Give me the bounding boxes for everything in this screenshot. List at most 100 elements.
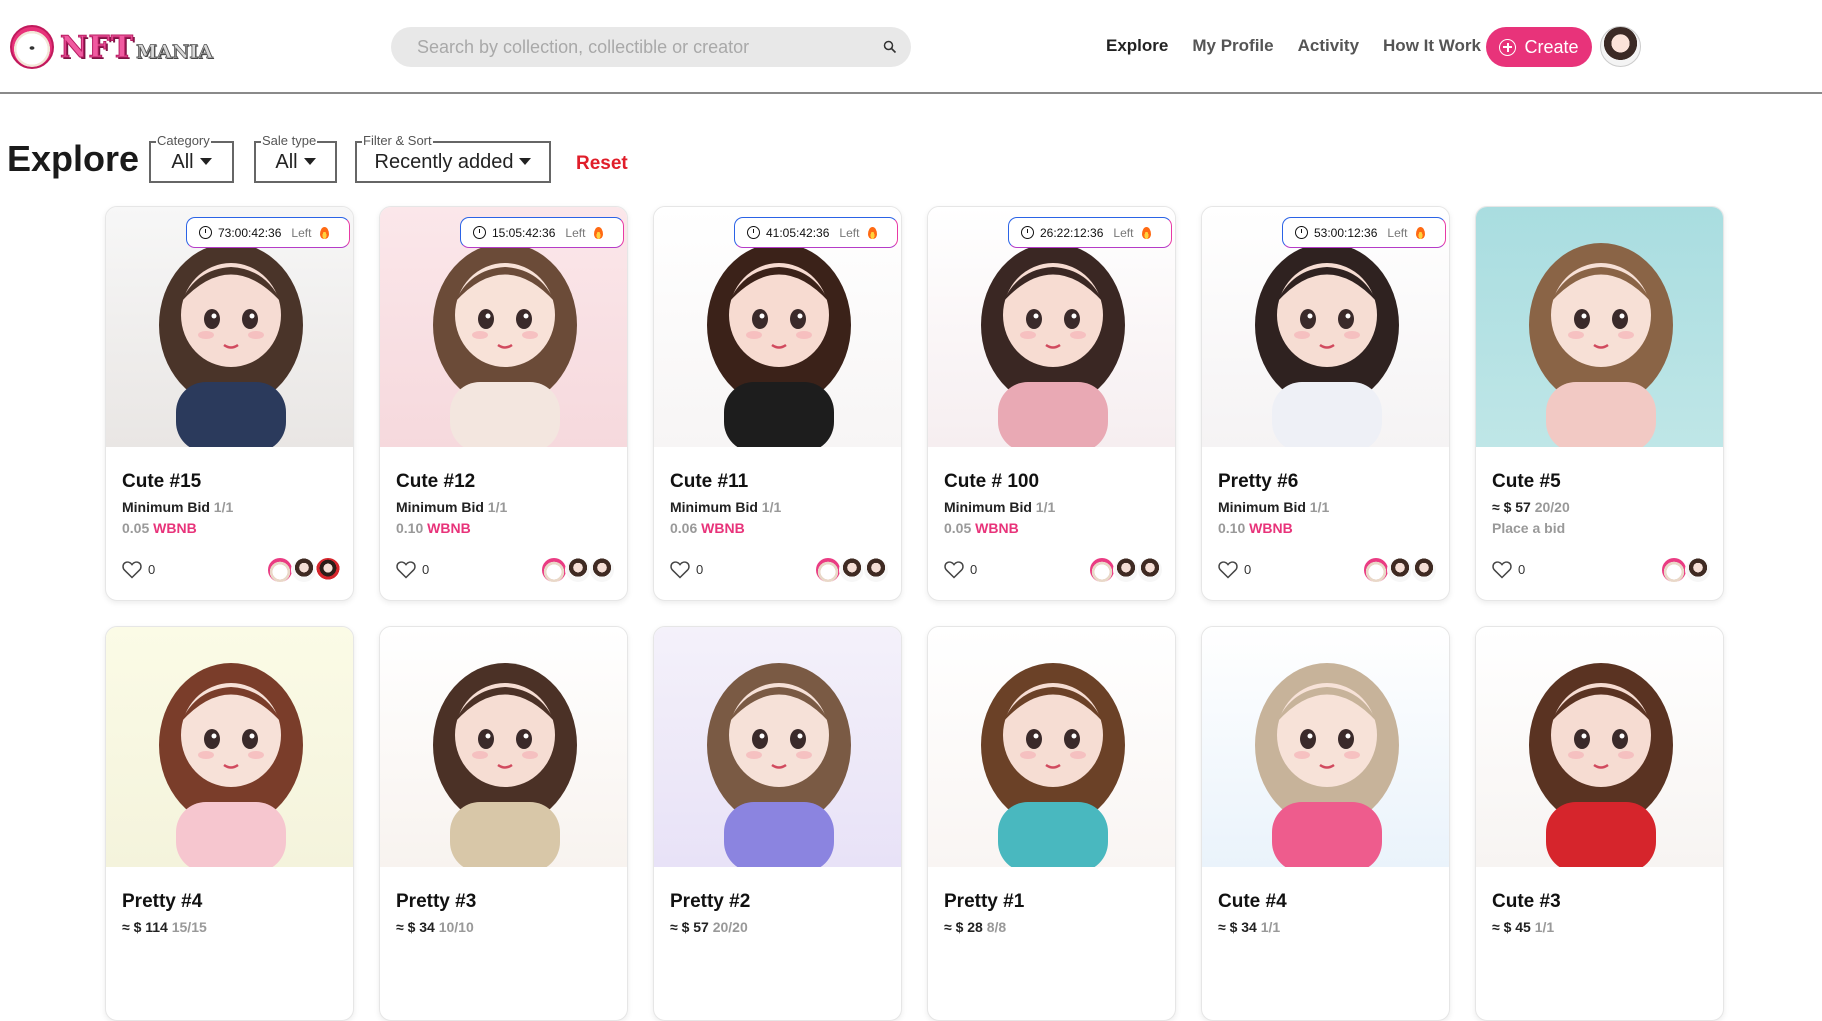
like-button[interactable]: 0 [122, 560, 155, 579]
nft-bid-line: Minimum Bid 1/1 [122, 499, 233, 515]
owner-avatar[interactable] [1113, 557, 1139, 583]
nft-title[interactable]: Pretty #1 [944, 891, 1024, 913]
owner-avatar[interactable] [863, 557, 889, 583]
nft-artwork-image[interactable] [928, 627, 1175, 867]
owner-avatar[interactable] [565, 557, 591, 583]
nft-card[interactable]: Cute #4 ≈ $ 34 1/1 [1201, 626, 1450, 1021]
owner-avatar[interactable] [1685, 557, 1711, 583]
nft-title[interactable]: Cute #5 [1492, 471, 1561, 493]
sort-filter[interactable]: Filter & Sort Recently added [355, 133, 551, 183]
bid-currency: WBNB [701, 520, 745, 536]
nft-bid-price: 0.06 WBNB [670, 520, 745, 536]
creator-avatar[interactable] [267, 557, 293, 583]
like-button[interactable]: 0 [1492, 560, 1525, 579]
creator-avatar[interactable] [815, 557, 841, 583]
owner-avatar[interactable] [839, 557, 865, 583]
nav-explore[interactable]: Explore [1106, 36, 1168, 56]
timer-left-label: Left [1387, 225, 1408, 240]
like-button[interactable]: 0 [1218, 560, 1251, 579]
nft-card[interactable]: Pretty #3 ≈ $ 34 10/10 [379, 626, 628, 1021]
nft-artwork-image[interactable] [1476, 207, 1723, 447]
nft-title[interactable]: Cute #15 [122, 471, 201, 493]
bid-currency: WBNB [975, 520, 1019, 536]
nft-title[interactable]: Pretty #2 [670, 891, 750, 913]
owner-avatar[interactable] [291, 557, 317, 583]
nft-card[interactable]: Cute #3 ≈ $ 45 1/1 [1475, 626, 1724, 1021]
search-icon[interactable] [883, 40, 897, 54]
nft-title[interactable]: Pretty #6 [1218, 471, 1298, 493]
like-button[interactable]: 0 [396, 560, 429, 579]
nft-artwork-image[interactable] [106, 627, 353, 867]
nft-card[interactable]: Pretty #4 ≈ $ 114 15/15 [105, 626, 354, 1021]
nft-title[interactable]: Cute #11 [670, 471, 748, 493]
creator-avatar[interactable] [1089, 557, 1115, 583]
sale-type-filter[interactable]: Sale type All [254, 133, 337, 183]
nft-title[interactable]: Cute #3 [1492, 891, 1561, 913]
nav-activity[interactable]: Activity [1298, 36, 1359, 56]
nft-card[interactable]: 26:22:12:36 Left Cute # 100 Minimum Bid 1… [927, 206, 1176, 601]
bid-amount: 0.06 [670, 520, 698, 536]
nft-price: 34 [419, 919, 435, 935]
search-input[interactable] [417, 27, 857, 67]
nft-artwork-image[interactable] [380, 627, 627, 867]
heart-icon [1492, 561, 1512, 579]
nft-bid-price: 0.10 WBNB [1218, 520, 1293, 536]
category-filter-label: Category [156, 133, 211, 149]
creator-avatar[interactable] [1661, 557, 1687, 583]
nft-price: 28 [967, 919, 983, 935]
nft-bid-line: Minimum Bid 1/1 [670, 499, 781, 515]
owner-avatars [267, 557, 341, 583]
nft-card[interactable]: Pretty #2 ≈ $ 57 20/20 [653, 626, 902, 1021]
timer-value: 26:22:12:36 [1040, 225, 1104, 240]
like-count: 0 [1518, 562, 1526, 577]
top-header: NFT MANIA Explore My Profile Activity Ho… [0, 0, 1822, 94]
nft-title[interactable]: Pretty #4 [122, 891, 202, 913]
owner-avatar[interactable] [1387, 557, 1413, 583]
nft-card[interactable]: 73:00:42:36 Left Cute #15 Minimum Bid 1/1… [105, 206, 354, 601]
timer-left-label: Left [1113, 225, 1134, 240]
owner-avatar[interactable] [1411, 557, 1437, 583]
nft-artwork-image[interactable] [1202, 627, 1449, 867]
nft-card[interactable]: Pretty #1 ≈ $ 28 8/8 [927, 626, 1176, 1021]
bid-currency: WBNB [427, 520, 471, 536]
owner-avatar[interactable] [1137, 557, 1163, 583]
price-prefix: ≈ $ [1492, 919, 1512, 935]
heart-icon [1218, 561, 1238, 579]
owner-avatar[interactable] [315, 557, 341, 583]
nft-title[interactable]: Cute #4 [1218, 891, 1287, 913]
creator-avatar[interactable] [541, 557, 567, 583]
owner-avatar[interactable] [589, 557, 615, 583]
nft-title[interactable]: Cute #12 [396, 471, 475, 493]
like-button[interactable]: 0 [944, 560, 977, 579]
nft-card[interactable]: Cute #5 ≈ $ 57 20/20 Place a bid 0 [1475, 206, 1724, 601]
site-logo[interactable]: NFT MANIA [10, 25, 213, 69]
nft-price-line: ≈ $ 34 1/1 [1218, 919, 1280, 935]
auction-timer: 53:00:12:36 Left [1282, 217, 1446, 248]
nft-title[interactable]: Pretty #3 [396, 891, 476, 913]
owner-avatars [815, 557, 889, 583]
create-button[interactable]: Create [1486, 27, 1592, 67]
timer-left-label: Left [565, 225, 586, 240]
nav-how-it-work[interactable]: How It Work [1383, 36, 1481, 56]
creator-avatar[interactable] [1363, 557, 1389, 583]
fire-icon [320, 226, 330, 239]
nft-title[interactable]: Cute # 100 [944, 471, 1039, 493]
price-prefix: ≈ $ [670, 919, 690, 935]
user-avatar[interactable] [1600, 26, 1641, 67]
place-bid-link[interactable]: Place a bid [1492, 520, 1565, 536]
reset-button[interactable]: Reset [576, 153, 628, 175]
clock-icon [199, 226, 212, 239]
nft-artwork-image[interactable] [654, 627, 901, 867]
nav-my-profile[interactable]: My Profile [1192, 36, 1273, 56]
bid-amount: 0.05 [122, 520, 150, 536]
price-prefix: ≈ $ [1218, 919, 1238, 935]
nft-edition: 1/1 [1534, 919, 1555, 935]
bid-label: Minimum Bid [670, 499, 758, 515]
nft-card[interactable]: 53:00:12:36 Left Pretty #6 Minimum Bid 1/… [1201, 206, 1450, 601]
nft-artwork-image[interactable] [1476, 627, 1723, 867]
nft-card[interactable]: 15:05:42:36 Left Cute #12 Minimum Bid 1/1… [379, 206, 628, 601]
like-button[interactable]: 0 [670, 560, 703, 579]
nft-card[interactable]: 41:05:42:36 Left Cute #11 Minimum Bid 1/1… [653, 206, 902, 601]
category-filter[interactable]: Category All [149, 133, 234, 183]
heart-icon [944, 561, 964, 579]
